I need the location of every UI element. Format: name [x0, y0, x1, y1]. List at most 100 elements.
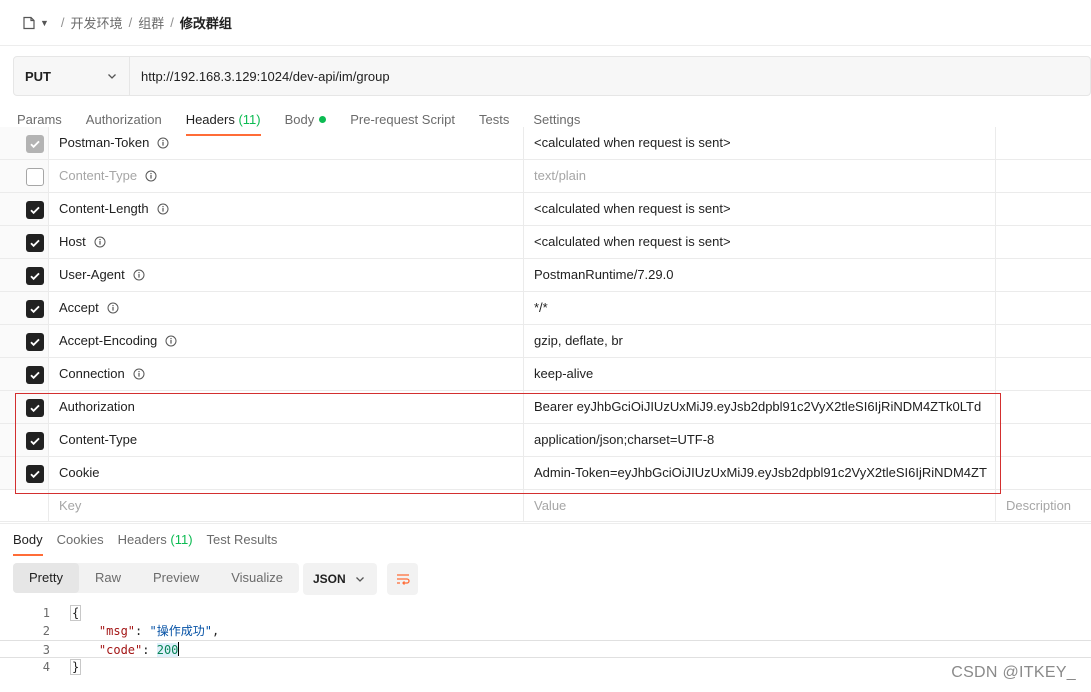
check-icon [30, 404, 40, 413]
response-tab-test-results[interactable]: Test Results [207, 530, 278, 556]
header-key[interactable]: Authorization [59, 391, 135, 423]
header-value[interactable]: gzip, deflate, br [523, 325, 996, 357]
header-value[interactable]: Bearer eyJhbGciOiJIUzUxMiJ9.eyJsb2dpbl91… [523, 391, 996, 423]
response-body-editor[interactable]: 1 { 2 "msg": "操作成功", 3 "code": 200 4 } [0, 604, 1091, 676]
row-checkbox[interactable] [26, 234, 44, 252]
method-select[interactable]: PUT [14, 57, 130, 95]
table-row: Cookie Admin-Token=eyJhbGciOiJIUzUxMiJ9.… [0, 457, 1091, 490]
new-value-input[interactable]: Value [523, 490, 996, 521]
json-number: 200 [156, 643, 179, 657]
header-key[interactable]: Cookie [59, 457, 99, 489]
tab-headers-label: Headers [185, 112, 235, 127]
info-icon[interactable] [157, 137, 169, 149]
header-value[interactable]: keep-alive [523, 358, 996, 390]
close-brace: } [70, 659, 82, 675]
header-key[interactable]: Postman-Token [59, 127, 169, 159]
breadcrumb-item-env[interactable]: 开发环境 [71, 13, 123, 32]
row-checkbox-cell [0, 391, 49, 423]
header-value[interactable]: <calculated when request is sent> [523, 127, 996, 159]
header-key[interactable]: Content-Type [59, 424, 137, 456]
header-key[interactable]: Connection [59, 358, 145, 390]
check-icon [30, 239, 40, 248]
row-checkbox[interactable] [26, 465, 44, 483]
view-mode-toggle: Pretty Raw Preview Visualize [13, 563, 300, 593]
code-text: "msg": "操作成功", [98, 624, 220, 638]
view-visualize-button[interactable]: Visualize [215, 563, 299, 593]
info-icon[interactable] [107, 302, 119, 314]
new-description-input[interactable]: Description [1006, 490, 1071, 521]
header-value[interactable]: <calculated when request is sent> [523, 226, 996, 258]
row-checkbox-cell [0, 424, 49, 456]
row-checkbox[interactable] [26, 168, 44, 186]
table-row: Content-Length <calculated when request … [0, 193, 1091, 226]
view-preview-button[interactable]: Preview [137, 563, 215, 593]
check-icon [30, 305, 40, 314]
row-checkbox[interactable] [26, 201, 44, 219]
code-line: 1 { [0, 604, 1091, 622]
table-row: Content-Type text/plain [0, 160, 1091, 193]
header-key[interactable]: Content-Length [59, 193, 169, 225]
check-icon [30, 437, 40, 446]
header-value[interactable]: <calculated when request is sent> [523, 193, 996, 225]
header-key-text: Authorization [59, 399, 135, 414]
headers-count: (11) [238, 112, 261, 127]
text-cursor [178, 642, 180, 656]
view-raw-button[interactable]: Raw [79, 563, 137, 593]
row-checkbox[interactable] [26, 432, 44, 450]
request-name[interactable]: 修改群组 [180, 13, 232, 32]
header-value[interactable]: */* [523, 292, 996, 324]
code-text: { [70, 604, 82, 622]
collection-icon[interactable] [22, 16, 36, 30]
check-icon [30, 206, 40, 215]
table-row: User-Agent PostmanRuntime/7.29.0 [0, 259, 1091, 292]
table-row: Host <calculated when request is sent> [0, 226, 1091, 259]
open-brace: { [70, 605, 82, 621]
method-label: PUT [25, 68, 51, 84]
row-checkbox[interactable] [26, 366, 44, 384]
caret-down-icon[interactable]: ▼ [40, 18, 49, 28]
response-tab-body[interactable]: Body [13, 530, 43, 556]
row-checkbox[interactable] [26, 399, 44, 417]
breadcrumb-separator: / [170, 15, 174, 30]
header-key[interactable]: Accept-Encoding [59, 325, 177, 357]
breadcrumb: ▼ / 开发环境 / 组群 / 修改群组 [0, 0, 1091, 46]
breadcrumb-item-folder[interactable]: 组群 [138, 13, 164, 32]
info-icon[interactable] [133, 368, 145, 380]
row-checkbox[interactable] [26, 267, 44, 285]
row-checkbox[interactable] [26, 135, 44, 153]
url-bar: PUT [13, 56, 1091, 96]
header-key[interactable]: Content-Type [59, 160, 157, 192]
info-icon[interactable] [94, 236, 106, 248]
header-key[interactable]: Accept [59, 292, 119, 324]
check-icon [30, 371, 40, 380]
row-checkbox[interactable] [26, 300, 44, 318]
header-key[interactable]: Host [59, 226, 106, 258]
watermark: CSDN @ITKEY_ [951, 664, 1076, 681]
header-value[interactable]: text/plain [523, 160, 996, 192]
wrap-lines-button[interactable] [387, 563, 418, 595]
table-row: Postman-Token <calculated when request i… [0, 127, 1091, 160]
response-tab-cookies[interactable]: Cookies [57, 530, 104, 556]
table-row: Accept */* [0, 292, 1091, 325]
row-checkbox-cell [0, 490, 49, 521]
code-line: 4 } [0, 658, 1091, 676]
info-icon[interactable] [145, 170, 157, 182]
code-line: 2 "msg": "操作成功", [0, 622, 1091, 640]
info-icon[interactable] [133, 269, 145, 281]
view-pretty-button[interactable]: Pretty [13, 563, 79, 593]
response-tab-headers[interactable]: Headers (11) [118, 530, 193, 556]
header-value[interactable]: PostmanRuntime/7.29.0 [523, 259, 996, 291]
header-key[interactable]: User-Agent [59, 259, 145, 291]
header-value[interactable]: application/json;charset=UTF-8 [523, 424, 996, 456]
header-value[interactable]: Admin-Token=eyJhbGciOiJIUzUxMiJ9.eyJsb2d… [523, 457, 996, 489]
table-row: Connection keep-alive [0, 358, 1091, 391]
new-key-input[interactable]: Key [59, 490, 81, 521]
table-row: Authorization Bearer eyJhbGciOiJIUzUxMiJ… [0, 391, 1091, 424]
row-checkbox[interactable] [26, 333, 44, 351]
info-icon[interactable] [157, 203, 169, 215]
url-input[interactable] [130, 57, 1090, 95]
info-icon[interactable] [165, 335, 177, 347]
row-checkbox-cell [0, 325, 49, 357]
check-icon [30, 470, 40, 479]
format-select[interactable]: JSON [303, 563, 377, 595]
